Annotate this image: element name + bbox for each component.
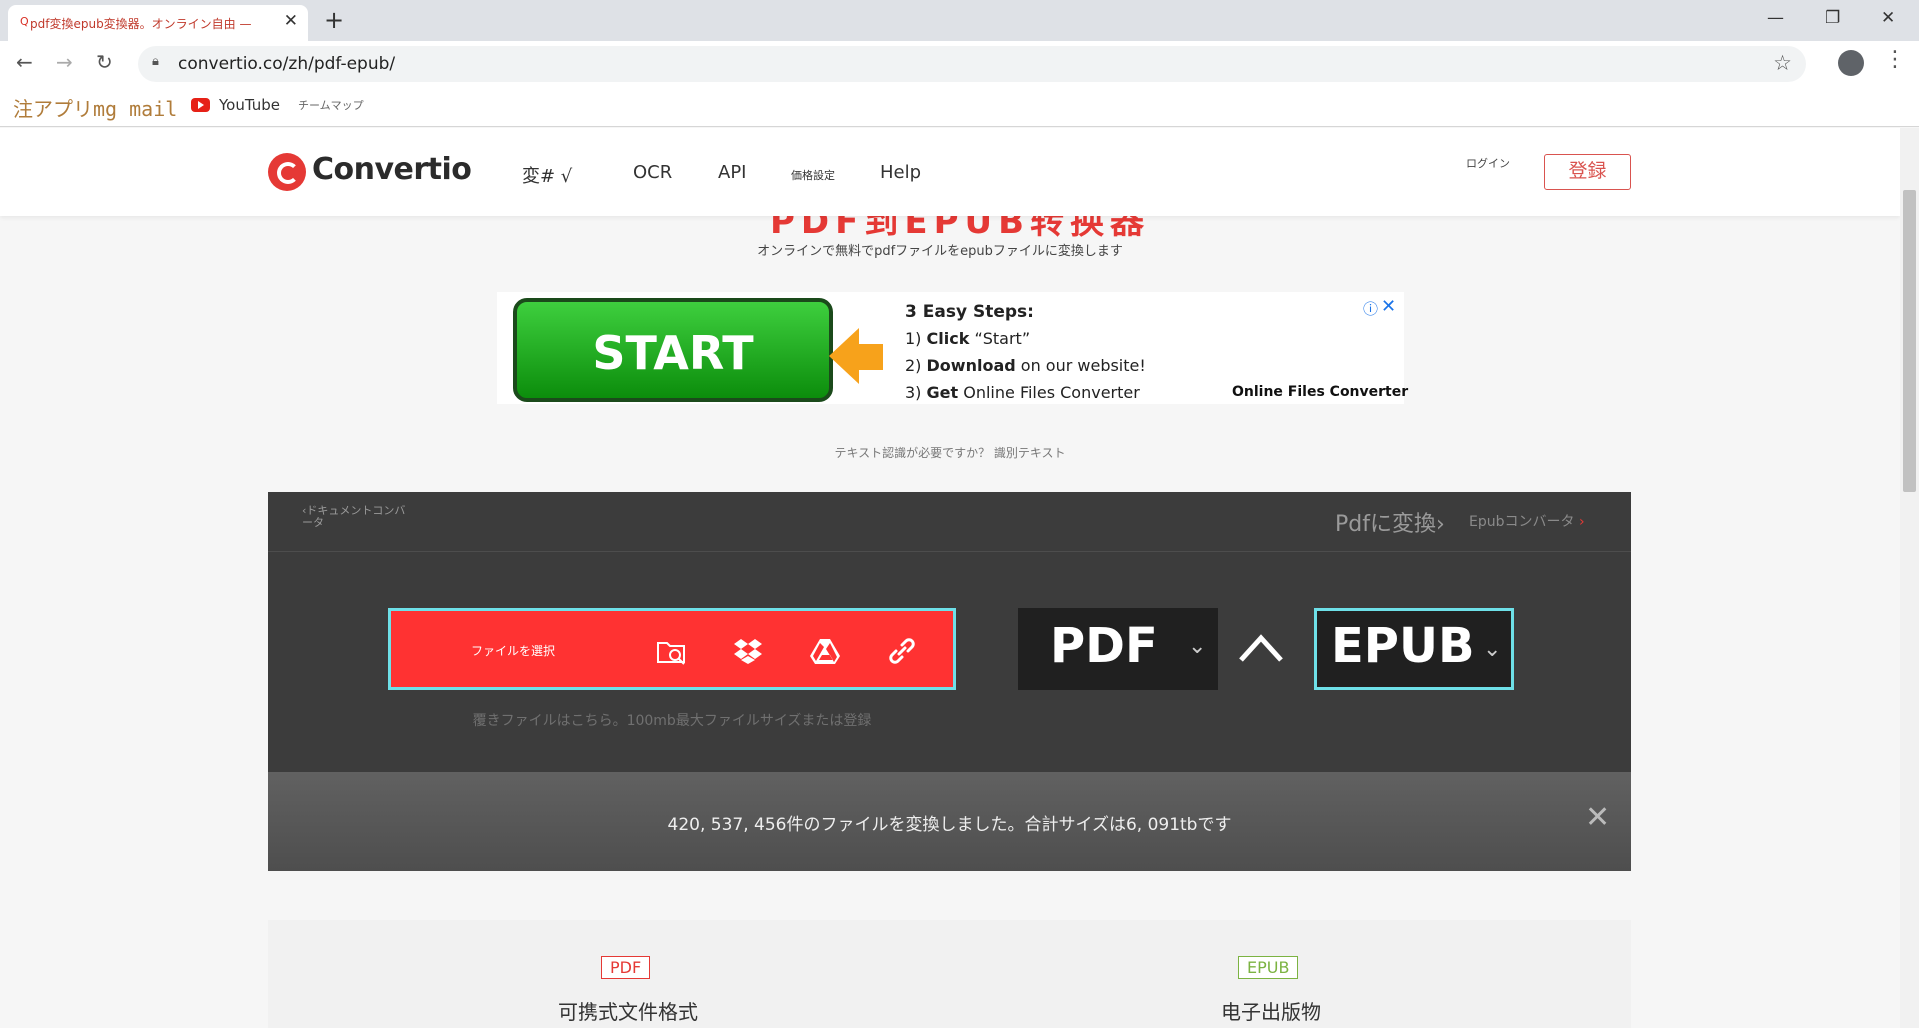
source-format-label: PDF [1050, 618, 1158, 674]
ad-step: 2) Download on our website! [905, 356, 1146, 375]
scrollbar-thumb[interactable] [1903, 190, 1916, 492]
ad-step: 3) Get Online Files Converter [905, 383, 1140, 402]
tab-close-icon[interactable]: ✕ [284, 11, 298, 31]
chevron-down-icon: ⌄ [1483, 637, 1502, 662]
folder-search-icon[interactable] [655, 635, 687, 667]
nav-pricing[interactable]: 価格設定 [791, 167, 835, 183]
nav-help[interactable]: Help [880, 162, 921, 183]
convertio-logo-icon[interactable] [268, 153, 306, 191]
drop-files-hint: 覆きファイルはこちら。100mb最大ファイルサイズまたは登録 [472, 713, 872, 729]
browser-menu-icon[interactable]: ⋮ [1884, 47, 1906, 72]
lock-icon: 🔒︎ [152, 54, 159, 69]
ad-step: 1) Click “Start” [905, 329, 1031, 348]
close-icon[interactable]: ✕ [1585, 800, 1610, 835]
minimize-button[interactable]: — [1767, 8, 1784, 28]
source-format-select[interactable]: PDF ⌄ [1018, 608, 1218, 690]
bookmarks-bar: 注アプリmg mail YouTube チームマップ [0, 87, 1919, 127]
nav-convert[interactable]: 変# √ [522, 162, 572, 188]
new-tab-button[interactable]: + [324, 6, 344, 34]
page-viewport: Convertio 変# √ OCR API 価格設定 Help ログイン 登録… [0, 128, 1900, 1028]
converter-panel: ‹ドキュメントコンバータ Pdfに変換› Epubコンバータ › ファイルを選択… [268, 492, 1631, 780]
target-format-label: EPUB [1331, 618, 1475, 674]
epub-format-badge: EPUB [1238, 956, 1299, 979]
google-drive-icon[interactable] [809, 635, 841, 667]
chevron-up-icon [1239, 634, 1283, 662]
choose-files-button[interactable]: ファイルを選択 [388, 608, 956, 690]
reload-button[interactable]: ↻ [96, 50, 113, 74]
breadcrumb-pdf-converter[interactable]: Pdfに変換› [1335, 506, 1445, 538]
youtube-icon [191, 98, 210, 112]
browser-tab-strip: Q pdf変換epub変換器。オンライン自由 — ✕ + — ❐ ✕ [0, 0, 1919, 41]
arrow-left-icon [829, 328, 859, 384]
browser-toolbar: ← → ↻ 🔒︎ convertio.co/zh/pdf-epub/ ☆ ⋮ [0, 41, 1919, 87]
nav-ocr[interactable]: OCR [633, 162, 672, 183]
bookmark-star-icon[interactable]: ☆ [1773, 51, 1792, 75]
page-scrollbar[interactable] [1900, 128, 1919, 1028]
page-subtitle: オンラインで無料でpdfファイルをepubファイルに変換します [757, 244, 1123, 259]
format-info-section: PDF 可携式文件格式 EPUB 电子出版物 [268, 920, 1631, 1028]
forward-button[interactable]: → [56, 50, 73, 74]
conversion-stats-bar: 420, 537, 456件のファイルを変換しました。合計サイズは6, 091t… [268, 772, 1631, 871]
url-text[interactable]: convertio.co/zh/pdf-epub/ [178, 54, 395, 74]
ad-start-label: START [592, 326, 754, 380]
converter-breadcrumb-bar: ‹ドキュメントコンバータ Pdfに変換› Epubコンバータ › [268, 492, 1631, 552]
login-link[interactable]: ログイン [1466, 158, 1512, 170]
nav-api[interactable]: API [718, 162, 746, 183]
address-bar[interactable]: 🔒︎ convertio.co/zh/pdf-epub/ ☆ [138, 46, 1806, 82]
arrow-tail [857, 344, 883, 370]
breadcrumb-document-converter[interactable]: ‹ドキュメントコンバータ [302, 505, 412, 529]
pdf-format-name: 可携式文件格式 [558, 1000, 698, 1024]
profile-avatar-icon[interactable] [1838, 50, 1864, 76]
dropbox-icon[interactable] [732, 635, 764, 667]
target-format-select[interactable]: EPUB ⌄ [1314, 608, 1514, 690]
epub-format-name: 电子出版物 [1221, 1000, 1321, 1024]
ad-start-button[interactable]: START [513, 298, 833, 402]
site-logo[interactable]: Convertio [312, 152, 472, 187]
advertisement-banner[interactable]: START 3 Easy Steps: 1) Click “Start” 2) … [497, 292, 1408, 404]
browser-tab[interactable]: Q pdf変換epub変換器。オンライン自由 — ✕ [8, 5, 308, 41]
signup-button[interactable]: 登録 [1544, 154, 1631, 190]
window-close-button[interactable]: ✕ [1881, 8, 1895, 28]
chevron-down-icon: ⌄ [1188, 634, 1207, 659]
ocr-hint-link[interactable]: テキスト認識が必要ですか？ 識別テキスト [0, 444, 1900, 461]
ad-heading: 3 Easy Steps: [905, 302, 1034, 322]
pdf-format-badge: PDF [601, 956, 651, 979]
ad-info-icon[interactable]: ⓘ [1363, 298, 1378, 319]
link-icon[interactable] [886, 635, 918, 667]
restore-button[interactable]: ❐ [1825, 8, 1840, 28]
bookmark-item-map[interactable]: チームマップ [298, 97, 364, 113]
breadcrumb-epub-converter[interactable]: Epubコンバータ › [1469, 511, 1585, 531]
tab-favicon-icon: Q [20, 15, 29, 28]
ad-close-icon[interactable]: ✕ [1381, 296, 1396, 317]
choose-files-label: ファイルを選択 [471, 644, 556, 658]
ad-brand: Online Files Converter [1232, 384, 1409, 400]
conversion-stats-text: 420, 537, 456件のファイルを変換しました。合計サイズは6, 091t… [667, 815, 1232, 835]
bookmark-item-youtube[interactable]: YouTube [219, 96, 280, 114]
bookmark-item[interactable]: 注アプリmg mail [13, 93, 177, 122]
tab-title: pdf変換epub変換器。オンライン自由 — [30, 17, 252, 31]
back-button[interactable]: ← [16, 50, 33, 74]
site-header: Convertio 変# √ OCR API 価格設定 Help ログイン 登録 [0, 128, 1900, 216]
